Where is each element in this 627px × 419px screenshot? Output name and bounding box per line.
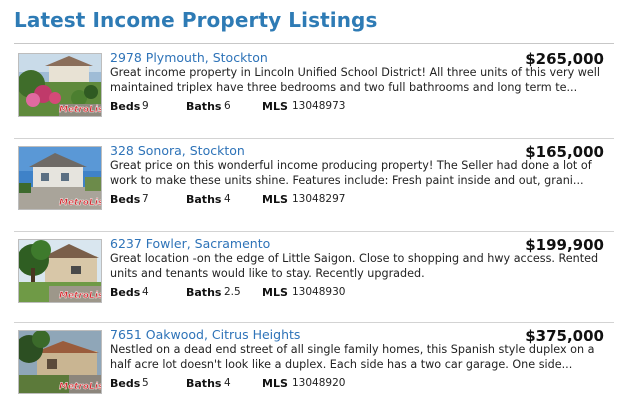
baths-label: Baths [186,286,222,299]
beds-value: 7 [142,193,149,205]
mls-label: MLS [262,377,288,390]
beds-label: Beds [110,193,141,206]
listing-photo[interactable]: MetroList [18,53,102,117]
mls-value: 13048930 [292,286,346,298]
page-title: Latest Income Property Listings [14,8,378,32]
baths-value: 6 [224,100,231,112]
mls-label: MLS [262,193,288,206]
listing-address-link[interactable]: 6237 Fowler, Sacramento [110,236,270,251]
listing-address-link[interactable]: 2978 Plymouth, Stockton [110,50,268,65]
listing-photo[interactable]: MetroList [18,239,102,303]
listing-photo-image: MetroList [19,147,101,209]
watermark-logo: MetroList [59,291,101,301]
mls-label: MLS [262,100,288,113]
listing-description: Nestled on a dead end street of all sing… [110,343,595,371]
listing-address-link[interactable]: 7651 Oakwood, Citrus Heights [110,327,300,342]
listing-divider [14,231,614,232]
baths-label: Baths [186,377,222,390]
beds-value: 5 [142,377,149,389]
title-divider [14,43,614,44]
baths-label: Baths [186,100,222,113]
listing-photo[interactable]: MetroList [18,146,102,210]
baths-value: 4 [224,193,231,205]
listing-description: Great location -on the edge of Little Sa… [110,252,599,280]
listing-divider [14,322,614,323]
beds-value: 4 [142,286,149,298]
listing-item: MetroList 328 Sonora, Stockton $165,000 … [14,138,614,235]
mls-value: 13048920 [292,377,346,389]
listing-photo-image: MetroList [19,54,101,116]
listing-divider [14,138,614,139]
mls-label: MLS [262,286,288,299]
watermark-logo: MetroList [59,105,101,115]
baths-value: 4 [224,377,231,389]
listing-description: Great income property in Lincoln Unified… [110,66,600,94]
listing-photo[interactable]: MetroList [18,330,102,394]
beds-value: 9 [142,100,149,112]
listing-item: MetroList 7651 Oakwood, Citrus Heights $… [14,322,614,419]
listing-photo-image: MetroList [19,331,101,393]
listing-description: Great price on this wonderful income pro… [110,159,592,187]
listing-photo-image: MetroList [19,240,101,302]
watermark-logo: MetroList [59,198,101,208]
mls-value: 13048973 [292,100,346,112]
beds-label: Beds [110,286,141,299]
beds-label: Beds [110,377,141,390]
watermark-logo: MetroList [59,382,101,392]
listing-item: MetroList 2978 Plymouth, Stockton $265,0… [14,50,614,142]
listing-item: MetroList 6237 Fowler, Sacramento $199,9… [14,231,614,328]
listing-address-link[interactable]: 328 Sonora, Stockton [110,143,245,158]
mls-value: 13048297 [292,193,346,205]
baths-label: Baths [186,193,222,206]
beds-label: Beds [110,100,141,113]
baths-value: 2.5 [224,286,241,298]
